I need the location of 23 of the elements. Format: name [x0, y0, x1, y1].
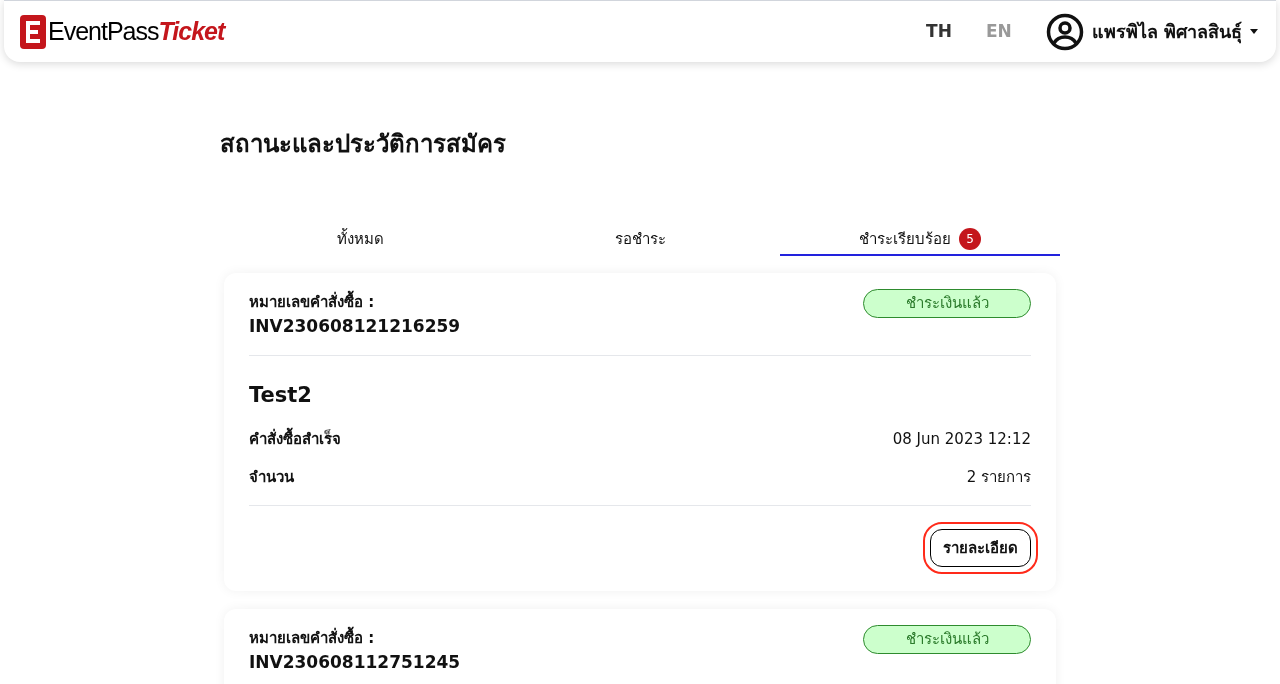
order-number-label: หมายเลขคำสั่งซื้อ : — [249, 291, 461, 314]
detail-label: คำสั่งซื้อสำเร็จ — [249, 427, 341, 450]
detail-value: 08 Jun 2023 12:12 — [892, 428, 1031, 450]
user-name: แพรพิไล พิศาลสินธุ์ — [1091, 20, 1242, 45]
detail-label: จำนวน — [249, 467, 294, 488]
count-badge: 5 — [959, 228, 981, 250]
order-number: INV230608121216259 — [249, 314, 461, 338]
logo-icon — [20, 14, 46, 49]
order-number: INV230608112751245 — [249, 650, 461, 674]
status-badge: ชำระเงินแล้ว — [863, 289, 1031, 318]
tab[interactable]: ทั้งหมด — [220, 224, 500, 256]
user-menu[interactable]: แพรพิไล พิศาลสินธุ์ — [1045, 12, 1258, 51]
detail-value: 2 รายการ — [966, 467, 1031, 488]
tab[interactable]: ชำระเรียบร้อย 5 — [780, 224, 1060, 256]
caret-icon — [1250, 29, 1258, 34]
user-avatar-icon — [1045, 12, 1084, 51]
language-button[interactable]: TH — [926, 18, 952, 45]
order-number-label: หมายเลขคำสั่งซื้อ : — [249, 627, 461, 650]
page-title: สถานะและประวัติการสมัคร — [220, 129, 507, 160]
status-badge: ชำระเงินแล้ว — [863, 625, 1031, 654]
logo-text[interactable]: EventPassTicket — [48, 19, 225, 44]
tab[interactable]: รอชำระ — [500, 224, 780, 256]
event-title: Test2 — [249, 382, 313, 409]
